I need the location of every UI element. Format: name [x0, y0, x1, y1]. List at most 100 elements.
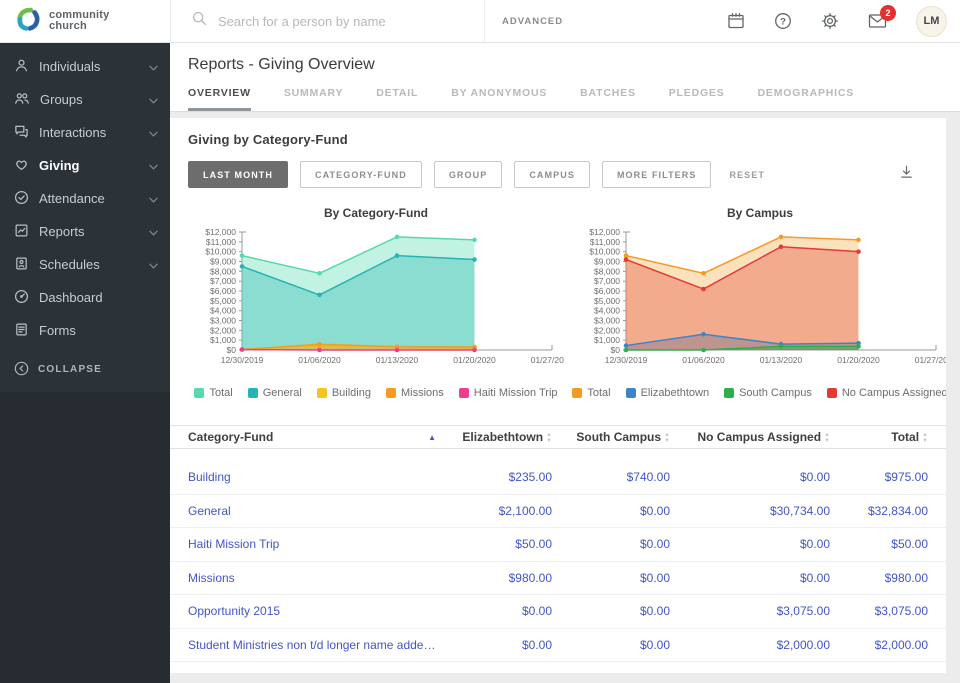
- avatar[interactable]: LM: [916, 6, 947, 37]
- tab-batches[interactable]: BATCHES: [580, 87, 636, 111]
- data-point[interactable]: [395, 235, 400, 240]
- sidebar-item-interactions[interactable]: Interactions: [0, 116, 170, 149]
- legend-item-total[interactable]: Total: [572, 387, 610, 399]
- amount-cell[interactable]: $0.00: [442, 638, 552, 652]
- messages-icon[interactable]: 2: [868, 13, 887, 29]
- amount-cell[interactable]: $2,100.00: [442, 504, 552, 518]
- tab-pledges[interactable]: PLEDGES: [669, 87, 725, 111]
- data-point[interactable]: [317, 271, 322, 276]
- data-point[interactable]: [317, 293, 322, 298]
- data-point[interactable]: [856, 344, 861, 349]
- sidebar-item-giving[interactable]: Giving: [0, 149, 170, 182]
- amount-cell[interactable]: $0.00: [670, 537, 830, 551]
- column-header-total[interactable]: Total▲▼: [830, 430, 928, 444]
- data-point[interactable]: [624, 253, 629, 258]
- calendar-icon[interactable]: [727, 12, 745, 30]
- amount-cell[interactable]: $0.00: [552, 638, 670, 652]
- data-point[interactable]: [856, 249, 861, 254]
- legend-item-south-campus[interactable]: South Campus: [724, 387, 812, 399]
- data-point[interactable]: [240, 253, 245, 258]
- data-point[interactable]: [317, 348, 322, 353]
- data-point[interactable]: [395, 348, 400, 353]
- amount-cell[interactable]: $975.00: [830, 470, 928, 484]
- amount-cell[interactable]: $2,000.00: [830, 638, 928, 652]
- column-header-category-fund[interactable]: Category-Fund▲: [188, 430, 442, 444]
- data-point[interactable]: [701, 287, 706, 292]
- column-header-no-campus-assigned[interactable]: No Campus Assigned▲▼: [670, 430, 830, 444]
- amount-cell[interactable]: $3,075.00: [670, 604, 830, 618]
- tab-summary[interactable]: SUMMARY: [284, 87, 343, 111]
- legend-item-haiti-mission-trip[interactable]: Haiti Mission Trip: [459, 387, 558, 399]
- legend-item-elizabethtown[interactable]: Elizabethtown: [626, 387, 710, 399]
- data-point[interactable]: [701, 348, 706, 353]
- tab-by-anonymous[interactable]: BY ANONYMOUS: [451, 87, 547, 111]
- filter-button-campus[interactable]: CAMPUS: [514, 161, 590, 188]
- amount-cell[interactable]: $0.00: [552, 537, 670, 551]
- logo[interactable]: community church: [0, 0, 170, 42]
- amount-cell[interactable]: $235.00: [442, 470, 552, 484]
- amount-cell[interactable]: $50.00: [830, 537, 928, 551]
- fund-link-haiti-mission-trip[interactable]: Haiti Mission Trip: [188, 537, 279, 551]
- sidebar-item-forms[interactable]: Forms: [0, 314, 170, 347]
- settings-gear-icon[interactable]: [821, 12, 839, 30]
- amount-cell[interactable]: $980.00: [830, 571, 928, 585]
- legend-item-missions[interactable]: Missions: [386, 387, 444, 399]
- data-point[interactable]: [395, 253, 400, 258]
- data-point[interactable]: [779, 344, 784, 349]
- data-point[interactable]: [240, 347, 245, 352]
- fund-link-building[interactable]: Building: [188, 470, 231, 484]
- legend-item-no-campus-assigned[interactable]: No Campus Assigned: [827, 387, 946, 399]
- filter-button-last-month[interactable]: LAST MONTH: [188, 161, 288, 188]
- sidebar-item-schedules[interactable]: Schedules: [0, 248, 170, 281]
- data-point[interactable]: [856, 238, 861, 243]
- amount-cell[interactable]: $30,734.00: [670, 504, 830, 518]
- amount-cell[interactable]: $0.00: [552, 504, 670, 518]
- column-header-south-campus[interactable]: South Campus▲▼: [552, 430, 670, 444]
- data-point[interactable]: [779, 235, 784, 240]
- reset-filters-button[interactable]: RESET: [729, 170, 765, 180]
- amount-cell[interactable]: $32,834.00: [830, 504, 928, 518]
- tab-demographics[interactable]: DEMOGRAPHICS: [758, 87, 855, 111]
- legend-item-general[interactable]: General: [248, 387, 302, 399]
- sidebar-item-individuals[interactable]: Individuals: [0, 50, 170, 83]
- filter-button-group[interactable]: GROUP: [434, 161, 503, 188]
- amount-cell[interactable]: $2,000.00: [670, 638, 830, 652]
- tab-overview[interactable]: OVERVIEW: [188, 87, 251, 111]
- data-point[interactable]: [624, 348, 629, 353]
- amount-cell[interactable]: $0.00: [670, 571, 830, 585]
- filter-button-more-filters[interactable]: MORE FILTERS: [602, 161, 712, 188]
- data-point[interactable]: [472, 238, 477, 243]
- legend-item-total[interactable]: Total: [194, 387, 232, 399]
- data-point[interactable]: [472, 257, 477, 262]
- help-icon[interactable]: ?: [774, 12, 792, 30]
- data-point[interactable]: [472, 348, 477, 353]
- amount-cell[interactable]: $740.00: [552, 470, 670, 484]
- amount-cell[interactable]: $0.00: [670, 470, 830, 484]
- data-point[interactable]: [624, 343, 629, 348]
- fund-link-general[interactable]: General: [188, 504, 231, 518]
- download-icon[interactable]: [899, 164, 914, 185]
- sidebar-item-dashboard[interactable]: Dashboard: [0, 281, 170, 314]
- fund-link-missions[interactable]: Missions: [188, 571, 235, 585]
- fund-link-opportunity-2015[interactable]: Opportunity 2015: [188, 604, 280, 618]
- data-point[interactable]: [779, 244, 784, 249]
- sidebar-item-attendance[interactable]: Attendance: [0, 182, 170, 215]
- data-point[interactable]: [701, 332, 706, 337]
- amount-cell[interactable]: $50.00: [442, 537, 552, 551]
- fund-link-student-ministries-non-t-d-lon[interactable]: Student Ministries non t/d longer name a…: [188, 638, 442, 652]
- amount-cell[interactable]: $980.00: [442, 571, 552, 585]
- amount-cell[interactable]: $0.00: [552, 571, 670, 585]
- data-point[interactable]: [701, 271, 706, 276]
- amount-cell[interactable]: $0.00: [442, 604, 552, 618]
- data-point[interactable]: [317, 342, 322, 347]
- advanced-search-link[interactable]: ADVANCED: [485, 0, 563, 42]
- sidebar-item-reports[interactable]: Reports: [0, 215, 170, 248]
- data-point[interactable]: [240, 264, 245, 269]
- filter-button-category-fund[interactable]: CATEGORY-FUND: [300, 161, 422, 188]
- search-input[interactable]: [218, 14, 458, 29]
- legend-item-building[interactable]: Building: [317, 387, 371, 399]
- column-header-elizabethtown[interactable]: Elizabethtown▲▼: [442, 430, 552, 444]
- tab-detail[interactable]: DETAIL: [376, 87, 418, 111]
- amount-cell[interactable]: $3,075.00: [830, 604, 928, 618]
- amount-cell[interactable]: $0.00: [552, 604, 670, 618]
